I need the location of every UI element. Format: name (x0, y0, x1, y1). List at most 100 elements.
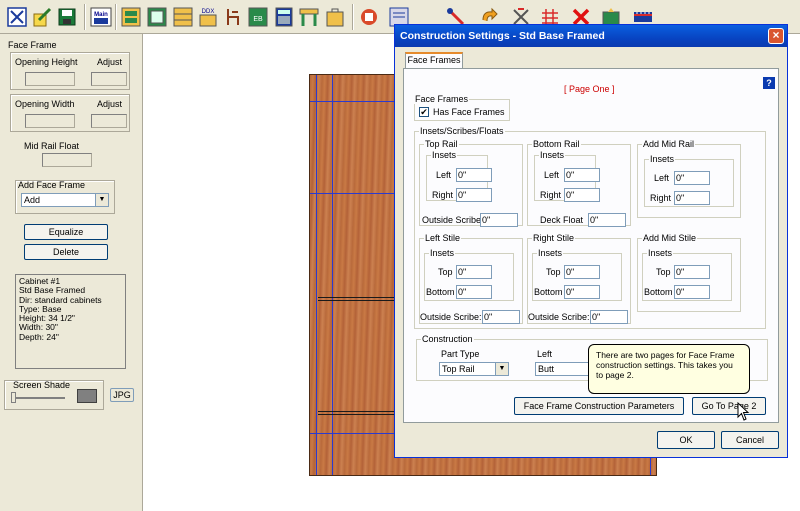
help-icon[interactable]: ? (763, 77, 775, 89)
has-face-frames-label: Has Face Frames (433, 107, 505, 117)
opening-height-group: Opening Height Adjust (10, 52, 130, 90)
select-icon[interactable] (6, 6, 28, 28)
close-icon[interactable]: × (768, 28, 784, 44)
drawer-icon[interactable] (172, 6, 194, 28)
left-stile-top-input[interactable]: 0" (456, 265, 492, 279)
mouse-cursor-icon (737, 402, 750, 421)
face-frames-group-label: Face Frames (414, 94, 470, 104)
main-icon[interactable]: Main (90, 6, 112, 28)
toolbar-separator (115, 4, 117, 30)
top-rail-right-input[interactable]: 0" (456, 188, 492, 202)
mid-stile-bottom-input[interactable]: 0" (674, 285, 710, 299)
add-mid-rail-label: Add Mid Rail (642, 139, 696, 149)
screen-shade-group: Screen Shade (4, 380, 104, 410)
chevron-down-icon[interactable]: ▼ (95, 194, 108, 206)
right-stile-bottom-input[interactable]: 0" (564, 285, 600, 299)
left-stile-label: Left Stile (424, 233, 462, 243)
bottom-label: Bottom (534, 287, 563, 297)
opening-height-adjust-field[interactable] (91, 72, 127, 86)
bag-icon[interactable] (324, 6, 346, 28)
part-type-value: Top Rail (442, 364, 475, 374)
insets-label: Insets (537, 248, 564, 258)
mid-rail-float-field[interactable] (42, 153, 92, 167)
add-face-frame-value: Add (24, 195, 41, 205)
table-icon[interactable] (298, 6, 320, 28)
right-stile-top-input[interactable]: 0" (564, 265, 600, 279)
right-label: Right (540, 190, 562, 200)
bottom-label: Bottom (426, 287, 455, 297)
panel-title: Face Frame (8, 40, 57, 50)
save-icon[interactable] (56, 6, 78, 28)
toolbar-separator (84, 4, 86, 30)
deck-float-input[interactable]: 0" (588, 213, 626, 227)
dialog-title: Construction Settings - Std Base Framed (395, 25, 787, 47)
elevation-icon[interactable]: EB (247, 6, 269, 28)
left-joint-select[interactable]: Butt (535, 362, 595, 376)
add-face-frame-group: Add Face Frame Add ▼ (15, 180, 115, 214)
cabinet-icon[interactable] (146, 6, 168, 28)
opening-width-adjust-field[interactable] (91, 114, 127, 128)
face-frame-params-button[interactable]: Face Frame Construction Parameters (514, 397, 684, 415)
adjust-label: Adjust (97, 57, 123, 67)
bottom-rail-label: Bottom Rail (532, 139, 581, 149)
right-label: Right (650, 193, 672, 203)
top-rail-left-input[interactable]: 0" (456, 168, 492, 182)
equalize-button[interactable]: Equalize (24, 224, 108, 240)
calculator-icon[interactable] (273, 6, 295, 28)
left-stile-scribe-input[interactable]: 0" (482, 310, 520, 324)
bottom-label: Bottom (644, 287, 673, 297)
tab-face-frames[interactable]: Face Frames (405, 52, 463, 68)
frame-line (332, 75, 333, 475)
right-label: Right (432, 190, 454, 200)
left-label: Left (537, 349, 553, 359)
insets-label: Insets (649, 154, 676, 164)
door-icon[interactable]: DDX (197, 6, 219, 28)
adjust-label: Adjust (97, 99, 123, 109)
slider-thumb[interactable] (11, 392, 16, 403)
opening-width-field[interactable] (25, 114, 75, 128)
left-joint-value: Butt (538, 364, 555, 374)
cabinet-icon[interactable] (120, 6, 142, 28)
shade-color-swatch[interactable] (77, 389, 97, 403)
outside-scribe-label: Outside Scribe: (420, 312, 482, 322)
add-mid-stile-label: Add Mid Stile (642, 233, 698, 243)
left-stile-bottom-input[interactable]: 0" (456, 285, 492, 299)
outside-scribe-label: Outside Scribe (422, 215, 482, 225)
opening-height-label: Opening Height (15, 57, 78, 67)
bottom-rail-left-input[interactable]: 0" (564, 168, 600, 182)
top-rail-label: Top Rail (424, 139, 459, 149)
mid-rail-float-label: Mid Rail Float (24, 141, 80, 151)
insets-scribes-floats-group: Insets/Scribes/Floats Top Rail Insets Le… (414, 126, 766, 329)
delete-button[interactable]: Delete (24, 244, 108, 260)
jpg-button[interactable]: JPG (110, 388, 134, 402)
mid-rail-left-input[interactable]: 0" (674, 171, 710, 185)
top-label: Top (656, 267, 671, 277)
top-label: Top (546, 267, 561, 277)
go-to-page-2-button[interactable]: Go To Page 2 (692, 397, 766, 415)
screen-shade-label: Screen Shade (13, 380, 71, 390)
opening-height-field[interactable] (25, 72, 75, 86)
ok-button[interactable]: OK (657, 431, 715, 449)
cancel-button[interactable]: Cancel (721, 431, 779, 449)
bottom-rail-right-input[interactable]: 0" (564, 188, 600, 202)
face-frame-panel: Face Frame Opening Height Adjust Opening… (0, 34, 143, 511)
top-rail-group: Top Rail Insets Left 0" Right 0" Outside… (419, 139, 523, 227)
screen-shade-slider[interactable] (13, 397, 65, 399)
frame-line (316, 75, 317, 475)
edit-icon[interactable] (31, 6, 53, 28)
report-icon[interactable] (358, 6, 380, 28)
chair-icon[interactable] (222, 6, 244, 28)
add-face-frame-select[interactable]: Add ▼ (21, 193, 109, 207)
mid-rail-right-input[interactable]: 0" (674, 191, 710, 205)
has-face-frames-checkbox[interactable]: ✔ (419, 107, 429, 117)
insets-label: Insets (539, 150, 566, 160)
add-mid-stile-group: Add Mid Stile Insets Top 0" Bottom 0" (637, 233, 741, 312)
part-type-select[interactable]: Top Rail ▼ (439, 362, 509, 376)
construction-label: Construction (421, 334, 474, 344)
right-stile-scribe-input[interactable]: 0" (590, 310, 628, 324)
mid-stile-top-input[interactable]: 0" (674, 265, 710, 279)
top-rail-scribe-input[interactable]: 0" (480, 213, 518, 227)
insets-label: Insets (431, 150, 458, 160)
chevron-down-icon[interactable]: ▼ (495, 363, 508, 375)
deck-float-label: Deck Float (540, 215, 584, 225)
